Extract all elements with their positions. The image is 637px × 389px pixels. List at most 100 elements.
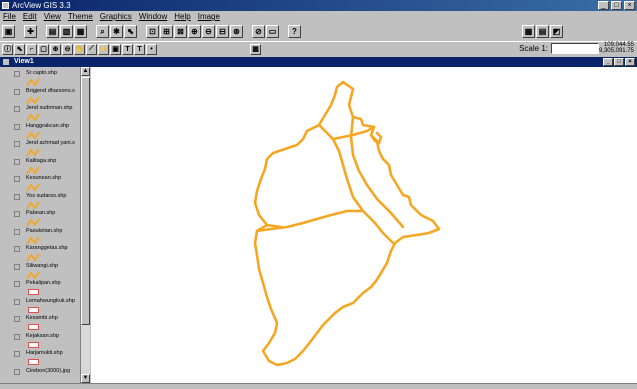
table-of-contents: Sr capto.shp Brigjend dharsono.s Jend sudi… <box>10 67 90 383</box>
theme-visibility-checkbox[interactable] <box>14 228 20 235</box>
zoom-selected-button[interactable]: ⊠ <box>174 25 187 38</box>
menu-view[interactable]: View <box>44 11 61 22</box>
theme-visibility-checkbox[interactable] <box>14 333 20 340</box>
view-title: View1 <box>14 58 34 65</box>
city-outline <box>253 80 441 367</box>
theme-visibility-checkbox[interactable] <box>14 298 20 305</box>
toc-theme-item[interactable]: Cirebon(3000).jpg <box>10 367 82 384</box>
select-by-theme-button[interactable]: ⊛ <box>230 25 243 38</box>
pan-tool[interactable]: ✋ <box>74 43 85 55</box>
find-button[interactable]: ⌕ <box>96 25 109 38</box>
toc-scrollbar[interactable]: ▲ ▼ <box>80 67 90 383</box>
query-builder-button[interactable]: ⬉ <box>124 25 137 38</box>
view-close-button[interactable]: × <box>625 58 635 66</box>
save-project-button[interactable]: ▣ <box>2 25 15 38</box>
menu-file[interactable]: File <box>3 11 16 22</box>
identify-tool[interactable]: ⓘ <box>2 43 13 55</box>
locate-address-button[interactable]: ✱ <box>110 25 123 38</box>
add-theme-button[interactable]: ✚ <box>24 25 37 38</box>
pointer-tool[interactable]: ⬉ <box>14 43 25 55</box>
zoom-full-extent-button[interactable]: ⊡ <box>146 25 159 38</box>
draw-tool[interactable]: • <box>146 43 157 55</box>
scale-input[interactable] <box>551 43 599 54</box>
polygon-symbol-icon <box>28 359 39 365</box>
polygon-symbol-icon <box>28 341 39 348</box>
coord-y: 9,305,091.75 <box>598 48 634 54</box>
image-tool-c-button[interactable]: ◩ <box>550 25 563 38</box>
minimize-button[interactable]: _ <box>598 1 609 10</box>
map-canvas[interactable] <box>91 67 637 383</box>
menu-graphics[interactable]: Graphics <box>100 11 132 22</box>
theme-visibility-checkbox[interactable] <box>14 71 20 77</box>
scale-label: Scale 1: <box>519 44 548 53</box>
edit-legend-button[interactable]: ▧ <box>60 25 73 38</box>
maximize-button[interactable]: □ <box>611 1 622 10</box>
theme-name: Jend sudirman.shp <box>26 105 73 111</box>
theme-visibility-checkbox[interactable] <box>14 263 20 270</box>
theme-visibility-checkbox[interactable] <box>14 106 20 112</box>
theme-visibility-checkbox[interactable] <box>14 368 20 375</box>
theme-visibility-checkbox[interactable] <box>14 141 20 147</box>
theme-name: Kejaksan.shp <box>26 332 60 339</box>
theme-visibility-checkbox[interactable] <box>14 316 20 322</box>
theme-visibility-checkbox[interactable] <box>14 246 20 252</box>
scroll-up-button[interactable]: ▲ <box>81 67 90 76</box>
theme-visibility-checkbox[interactable] <box>14 211 20 217</box>
image-tool-a-button[interactable]: ▦ <box>522 25 535 38</box>
theme-name: Hanggrakcan.shp <box>26 122 70 129</box>
theme-visibility-checkbox[interactable] <box>14 281 20 287</box>
theme-name: Kesambi.shp <box>26 315 58 321</box>
help-button[interactable]: ? <box>288 25 301 38</box>
layout-button[interactable]: ▭ <box>266 25 279 38</box>
menu-window[interactable]: Window <box>139 11 167 22</box>
image-extension-tool[interactable]: ▦ <box>250 43 261 55</box>
theme-visibility-checkbox[interactable] <box>14 193 20 200</box>
zoom-out-tool[interactable]: ⊖ <box>62 43 73 55</box>
theme-properties-button[interactable]: ▤ <box>46 25 59 38</box>
border-north <box>317 123 376 141</box>
theme-name: Karanggetas.shp <box>26 245 68 251</box>
clear-selection-button[interactable]: ⊘ <box>252 25 265 38</box>
menu-image[interactable]: Image <box>198 11 220 22</box>
zoom-previous-button[interactable]: ⊟ <box>216 25 229 38</box>
view-icon[interactable] <box>3 59 9 65</box>
theme-name: Siliwangi.shp <box>26 262 59 269</box>
image-tool-b-button[interactable]: ▤ <box>536 25 549 38</box>
zoom-in-button[interactable]: ⊕ <box>188 25 201 38</box>
menu-edit[interactable]: Edit <box>23 11 37 22</box>
theme-visibility-checkbox[interactable] <box>14 123 20 130</box>
menu-theme[interactable]: Theme <box>68 11 93 22</box>
arcview-app-icon[interactable] <box>2 2 9 9</box>
area-of-interest-tool[interactable]: ▣ <box>110 43 121 55</box>
theme-name: Cirebon(3000).jpg <box>26 367 71 374</box>
theme-visibility-checkbox[interactable] <box>14 88 20 95</box>
kecamatan-outlines <box>253 80 441 367</box>
view-minimize-button[interactable]: _ <box>603 58 613 66</box>
zoom-active-themes-button[interactable]: ⊞ <box>160 25 173 38</box>
select-feature-tool[interactable]: ▢ <box>38 43 49 55</box>
border-harjamukti-south <box>265 223 283 229</box>
theme-visibility-checkbox[interactable] <box>14 176 20 182</box>
theme-visibility-checkbox[interactable] <box>14 158 20 165</box>
hotlink-tool[interactable]: ⚡ <box>98 43 109 55</box>
theme-name: Harjamukti.shp <box>26 350 63 356</box>
zoom-out-button[interactable]: ⊖ <box>202 25 215 38</box>
scroll-down-button[interactable]: ▼ <box>81 374 90 383</box>
window-titlebar: ArcView GIS 3.3 _ □ × <box>0 0 637 11</box>
theme-visibility-checkbox[interactable] <box>14 351 20 357</box>
menu-help[interactable]: Help <box>174 11 190 22</box>
view-maximize-button[interactable]: □ <box>614 58 624 66</box>
open-table-button[interactable]: ▦ <box>74 25 87 38</box>
label-tool[interactable]: T <box>122 43 133 55</box>
vertex-edit-tool[interactable]: ⌐ <box>26 43 37 55</box>
close-button[interactable]: × <box>624 1 635 10</box>
text-tool[interactable]: T <box>134 43 145 55</box>
theme-name: Pabean.shp <box>26 210 56 216</box>
zoom-in-tool[interactable]: ⊕ <box>50 43 61 55</box>
theme-name: Kalitaga.shp <box>26 157 57 164</box>
city-boundary-map <box>253 80 441 367</box>
tool-bar: ⓘ ⬉ ⌐ ▢ ⊕ ⊖ ✋ ⟋ ⚡ ▣ T T • ▦ Scale 1: 109… <box>0 41 637 56</box>
measure-tool[interactable]: ⟋ <box>86 43 97 55</box>
scroll-thumb[interactable] <box>81 77 90 325</box>
border-kejaksan-kesambi <box>331 137 395 245</box>
